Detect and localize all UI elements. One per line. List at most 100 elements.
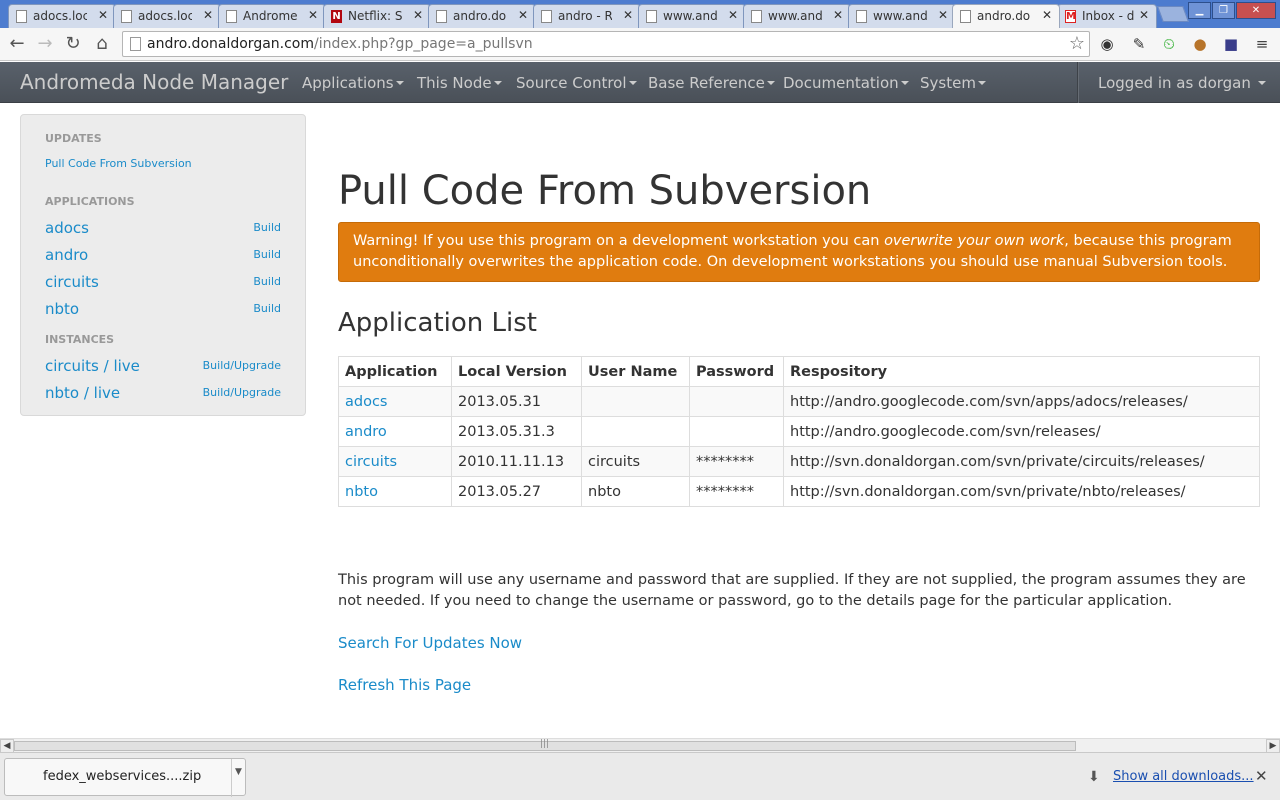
tab-adocs-1[interactable]: adocs.loc ✕	[8, 4, 116, 28]
gmail-icon: M	[1065, 10, 1076, 23]
user-menu[interactable]: Logged in as dorgan	[1098, 74, 1266, 92]
sidebar-item-pull-code[interactable]: Pull Code From Subversion	[45, 157, 192, 170]
app-link-circuits[interactable]: circuits	[345, 454, 397, 470]
search-updates-link[interactable]: Search For Updates Now	[338, 634, 522, 652]
menu-applications[interactable]: Applications	[302, 74, 404, 92]
timer-extension-icon[interactable]: ⏲	[1158, 34, 1180, 54]
app-link-adocs[interactable]: adocs	[345, 394, 388, 410]
menu-this-node[interactable]: This Node	[417, 74, 502, 92]
close-icon[interactable]: ✕	[518, 8, 528, 22]
app-link-andro[interactable]: andro	[345, 424, 387, 440]
caret-down-icon	[628, 81, 637, 85]
version-cell: 2010.11.11.13	[451, 446, 582, 477]
bookmark-star-icon[interactable]: ☆	[1069, 33, 1085, 54]
home-icon[interactable]: ⌂	[90, 32, 114, 56]
menu-label: Documentation	[783, 74, 899, 92]
sidebar-item-circuits-live[interactable]: circuits / live	[45, 357, 140, 375]
tab-adocs-2[interactable]: adocs.loc ✕	[113, 4, 221, 28]
tab-www-1[interactable]: www.and ✕	[638, 4, 746, 28]
eyedropper-extension-icon[interactable]: ✎	[1128, 34, 1150, 54]
tab-andro-do-1[interactable]: andro.do ✕	[428, 4, 536, 28]
sidebar-item-andro[interactable]: andro	[45, 246, 88, 264]
table-row: andro 2013.05.31.3 http://andro.googleco…	[338, 416, 1260, 447]
window-controls: ▁ ❐ ✕	[1187, 2, 1276, 19]
close-icon[interactable]: ✕	[203, 8, 213, 22]
application-list-heading: Application List	[338, 308, 537, 338]
page-icon	[646, 10, 657, 23]
restore-icon[interactable]: ❐	[1212, 2, 1235, 19]
tab-netflix[interactable]: N Netflix: Se ✕	[323, 4, 431, 28]
tab-label: www.and	[873, 9, 927, 23]
build-link-andro[interactable]: Build	[253, 248, 281, 261]
close-icon[interactable]: ✕	[1255, 767, 1268, 785]
close-icon[interactable]: ✕	[98, 8, 108, 22]
download-filename: fedex_webservices....zip	[43, 769, 202, 784]
build-link-nbto[interactable]: Build	[253, 302, 281, 315]
version-cell: 2013.05.27	[451, 476, 582, 507]
sidebar-item-nbto[interactable]: nbto	[45, 300, 79, 318]
webdev-extension-icon[interactable]: ■	[1220, 34, 1242, 54]
app-link-nbto[interactable]: nbto	[345, 484, 378, 500]
close-icon[interactable]: ✕	[728, 8, 738, 22]
tab-strip: adocs.loc ✕ adocs.loc ✕ Androme ✕ N Netf…	[0, 0, 1280, 28]
tab-label: Netflix: Se	[348, 9, 402, 23]
caret-down-icon	[977, 81, 986, 85]
menu-system[interactable]: System	[920, 74, 986, 92]
refresh-page-link[interactable]: Refresh This Page	[338, 676, 471, 694]
tab-andromeda[interactable]: Androme ✕	[218, 4, 326, 28]
build-upgrade-link-circuits-live[interactable]: Build/Upgrade	[203, 359, 281, 372]
close-icon[interactable]: ✕	[308, 8, 318, 22]
page-icon	[121, 10, 132, 23]
close-icon[interactable]: ✕	[938, 8, 948, 22]
menu-icon[interactable]: ≡	[1251, 34, 1273, 54]
caret-down-icon	[493, 81, 502, 85]
new-tab-button[interactable]	[1157, 6, 1189, 22]
chevron-down-icon[interactable]: ▼	[235, 767, 242, 777]
build-upgrade-link-nbto-live[interactable]: Build/Upgrade	[203, 386, 281, 399]
close-icon[interactable]: ✕	[1139, 8, 1149, 22]
caret-down-icon	[900, 81, 909, 85]
forward-icon[interactable]: →	[33, 32, 57, 56]
page-icon	[856, 10, 867, 23]
scroll-right-icon[interactable]: ▶	[1266, 739, 1280, 753]
reload-icon[interactable]: ↻	[61, 32, 85, 56]
password-cell	[689, 416, 784, 447]
window-close-icon[interactable]: ✕	[1236, 2, 1276, 19]
menu-documentation[interactable]: Documentation	[783, 74, 909, 92]
version-cell: 2013.05.31	[451, 386, 582, 417]
show-all-downloads-link[interactable]: Show all downloads...	[1113, 769, 1254, 784]
scroll-left-icon[interactable]: ◀	[0, 739, 14, 753]
table-row: circuits 2010.11.11.13 circuits ********…	[338, 446, 1260, 477]
minimize-icon[interactable]: ▁	[1188, 2, 1211, 19]
menu-base-reference[interactable]: Base Reference	[648, 74, 775, 92]
column-header-application: Application	[338, 356, 452, 387]
tab-inbox[interactable]: M Inbox - d ✕	[1057, 4, 1157, 28]
horizontal-scrollbar[interactable]: ◀ ||| ▶	[0, 738, 1280, 753]
sidebar-item-adocs[interactable]: adocs	[45, 219, 89, 237]
close-icon[interactable]: ✕	[833, 8, 843, 22]
address-bar[interactable]: andro.donaldorgan.com/index.php?gp_page=…	[122, 31, 1090, 57]
repository-cell: http://svn.donaldorgan.com/svn/private/c…	[783, 446, 1260, 477]
close-icon[interactable]: ✕	[1042, 8, 1052, 22]
brand-title[interactable]: Andromeda Node Manager	[20, 70, 288, 94]
tab-www-3[interactable]: www.and ✕	[848, 4, 956, 28]
sidebar-item-nbto-live[interactable]: nbto / live	[45, 384, 120, 402]
menu-source-control[interactable]: Source Control	[516, 74, 637, 92]
tab-andro-do-active[interactable]: andro.do ✕	[952, 4, 1060, 28]
close-icon[interactable]: ✕	[413, 8, 423, 22]
menu-label: This Node	[417, 74, 492, 92]
close-icon[interactable]: ✕	[623, 8, 633, 22]
download-item[interactable]: fedex_webservices....zip ▼	[4, 758, 246, 797]
cookie-extension-icon[interactable]: ●	[1189, 34, 1211, 54]
url-path: /index.php?gp_page=a_pullsvn	[314, 36, 533, 52]
tab-andro-r[interactable]: andro - R ✕	[533, 4, 641, 28]
mask-extension-icon[interactable]: ◉	[1096, 34, 1118, 54]
scroll-grip-icon: |||	[540, 739, 550, 749]
tab-www-2[interactable]: www.and ✕	[743, 4, 851, 28]
back-icon[interactable]: ←	[5, 32, 29, 56]
build-link-circuits[interactable]: Build	[253, 275, 281, 288]
page-icon	[130, 37, 141, 51]
menu-label: Source Control	[516, 74, 627, 92]
build-link-adocs[interactable]: Build	[253, 221, 281, 234]
sidebar-item-circuits[interactable]: circuits	[45, 273, 99, 291]
